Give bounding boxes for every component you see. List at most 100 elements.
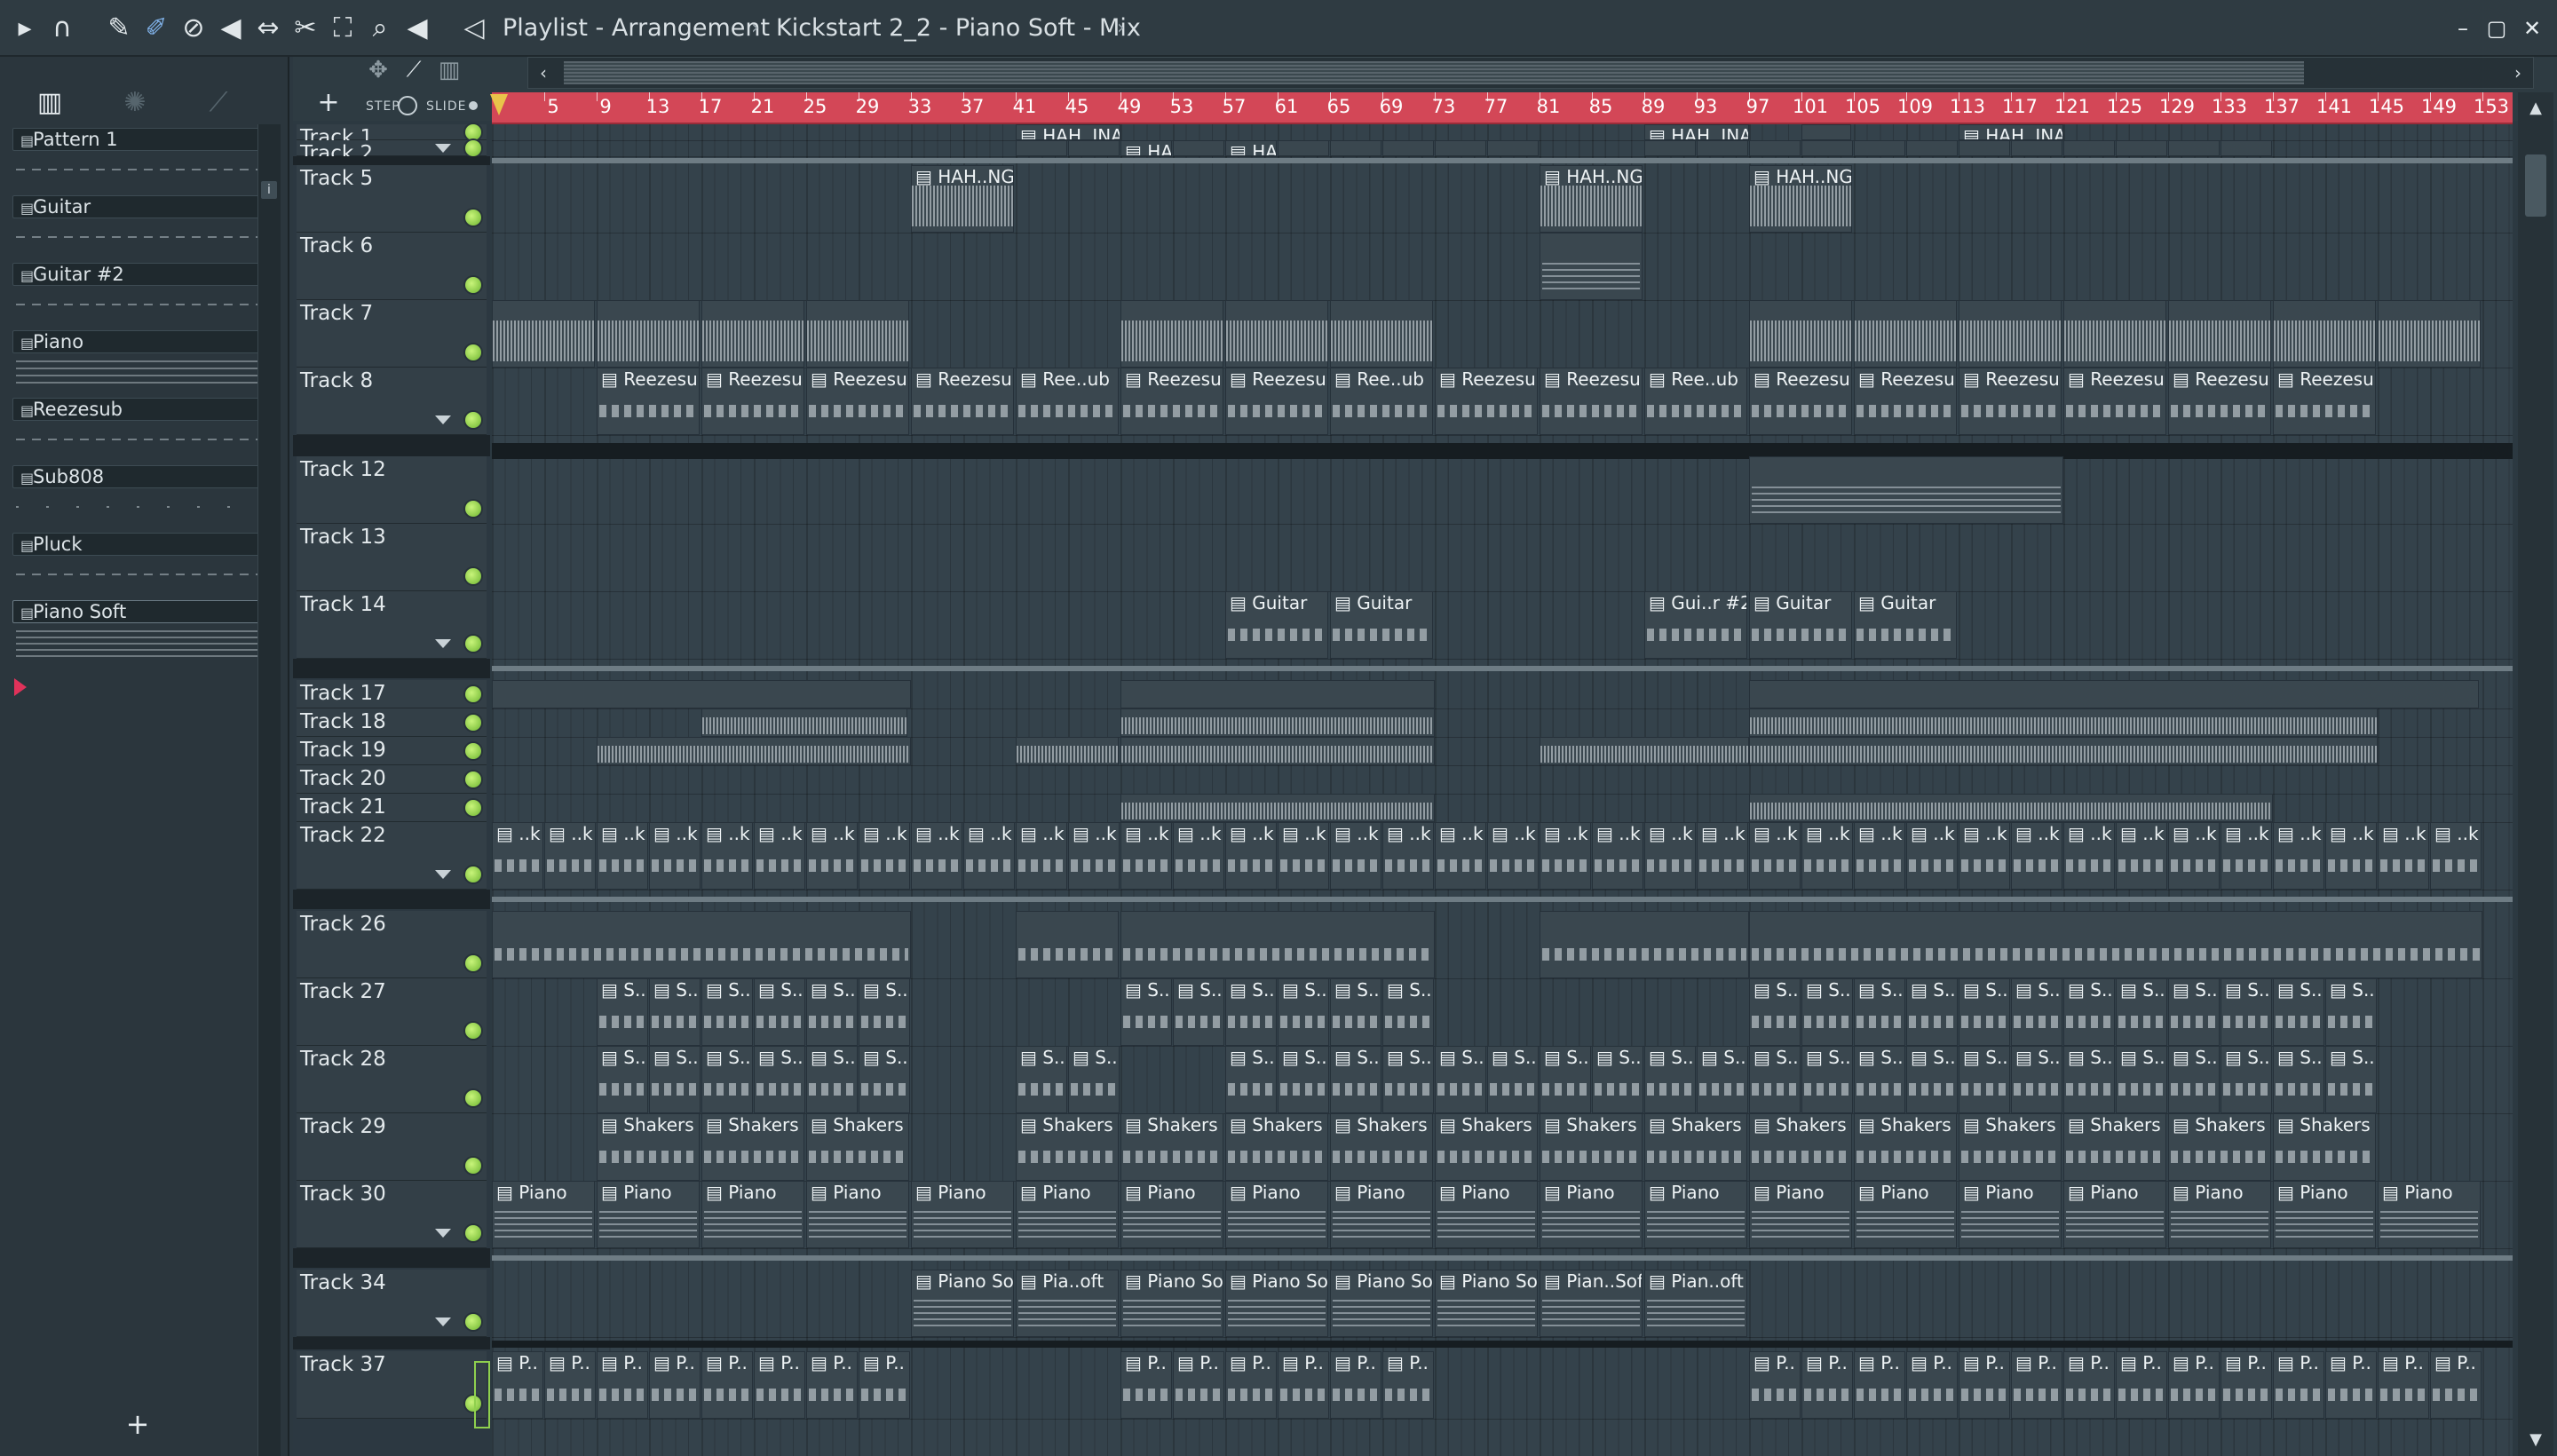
playlist-clip[interactable] [1749,911,2482,978]
playlist-clip[interactable]: ▤ Shakers [701,1113,804,1181]
playlist-clip[interactable] [1068,140,1120,156]
playlist-clip[interactable]: ▤ Reezesub [1225,368,1328,435]
playlist-clip[interactable]: ▤ HAH..INA [1959,124,2063,140]
playlist-clip[interactable]: ▤ P.. [2430,1351,2482,1419]
playlist-clip[interactable] [2063,140,2115,156]
playlist-clip[interactable]: ▤ S.. [1278,978,1329,1046]
playlist-clip[interactable]: ▤ Shakers [2273,1113,2376,1181]
playlist-clip[interactable]: ▤ ..k [1120,822,1172,890]
timeline-ruler[interactable]: 5 9 13 17 21 25 29 33 37 41 45 49 53 57 61 65 69 73 77 81 85… [492,92,2513,124]
playlist-clip[interactable]: ▤ Piano [1120,1181,1223,1248]
playlist-clip[interactable] [1120,708,1435,737]
track-header[interactable]: Track 8 [297,368,487,435]
playlist-clip[interactable]: ▤ S.. [754,1046,805,1113]
track-header[interactable]: Track 26 [297,911,487,978]
track-mute-led[interactable] [465,743,481,759]
playlist-clip[interactable]: ▤ Reezesub [701,368,804,435]
track-header[interactable]: Track 21 [297,794,487,822]
playlist-clip[interactable]: ▤ P.. [2378,1351,2429,1419]
brush-icon[interactable]: ✐ [140,12,172,44]
playlist-clip[interactable]: ▤ S.. [1068,1046,1120,1113]
playlist-clip[interactable]: ▤ P.. [1382,1351,1434,1419]
playlist-clip[interactable]: ▤ S.. [1801,978,1853,1046]
pattern-item-selected[interactable]: ▤Piano Soft [12,600,266,668]
playlist-clip[interactable] [806,300,909,368]
playlist-clip[interactable]: ▤ Shakers [1120,1113,1223,1181]
playlist-clip[interactable]: ▤ ..k [2378,822,2429,890]
playlist-clip[interactable] [1016,911,1119,978]
track-fold-arrow-icon[interactable] [435,1229,451,1238]
playlist-clip[interactable] [1540,737,1749,765]
playlist-clip[interactable]: ▤ Shakers [2168,1113,2271,1181]
playlist-clip[interactable]: ▤ Reezesub [1435,368,1538,435]
playlist-clip[interactable]: ▤ Piano Soft [1435,1270,1538,1337]
track-header[interactable]: Track 29 [297,1113,487,1181]
track-header[interactable]: Track 28 [297,1046,487,1113]
playback-icon[interactable]: ◀ [401,12,433,44]
playlist-clip[interactable]: ▤ Pian..Soft [1540,1270,1643,1337]
playlist-clip[interactable]: ▤ P.. [2325,1351,2377,1419]
track-mute-led[interactable] [465,210,481,226]
playlist-clip[interactable]: ▤ S.. [1435,1046,1486,1113]
playlist-clip[interactable]: ▤ Reezesub [2273,368,2376,435]
playlist-clip[interactable]: ▤ Piano [1225,1181,1328,1248]
minimize-button[interactable]: – [2447,12,2479,44]
playlist-clip[interactable]: ▤ S.. [649,1046,701,1113]
playlist-clip[interactable]: ▤ ..k [701,822,753,890]
playlist-clip[interactable]: ▤ S.. [859,1046,910,1113]
playlist-clip[interactable]: ▤ Guitar [1225,591,1328,659]
playlist-clip[interactable]: ▤ HAH..NGO [1540,165,1643,233]
playlist-clip[interactable]: ▤ P.. [2116,1351,2167,1419]
playlist-clip[interactable]: ▤ S.. [1959,978,2010,1046]
playlist-clip[interactable]: ▤ Reezesub [806,368,909,435]
playlist-clip[interactable]: ▤ Piano [492,1181,595,1248]
playlist-clip[interactable]: ▤ Reezesub [1120,368,1223,435]
playlist-clip[interactable]: ▤ P.. [701,1351,753,1419]
playlist-clip[interactable] [1225,300,1328,368]
playlist-clip[interactable]: ▤ Shakers [1435,1113,1538,1181]
vertical-scroll-thumb[interactable] [2525,154,2546,217]
overview-thumb[interactable] [564,61,2304,84]
playlist-clip[interactable] [1854,300,1957,368]
playlist-clip[interactable]: ▤ S.. [2063,978,2115,1046]
track-fold-arrow-icon[interactable] [435,144,451,153]
playlist-clip[interactable]: ▤ P.. [649,1351,701,1419]
playlist-clip[interactable]: ▤ Piano [1540,1181,1643,1248]
playlist-clip[interactable]: ▤ S.. [1330,978,1381,1046]
playlist-clip[interactable]: ▤ P.. [1120,1351,1172,1419]
track-header[interactable]: Track 13 [297,524,487,591]
playlist-clip[interactable]: ▤ ..k [2273,822,2324,890]
playlist-clip[interactable]: ▤ Piano [1330,1181,1433,1248]
playlist-clip[interactable]: ▤ HAH..INA [1644,124,1749,140]
playlist-clip[interactable]: ▤ S.. [2168,978,2220,1046]
playlist-clip[interactable]: ▤ ..k [597,822,648,890]
playlist-clip[interactable] [2273,300,2376,368]
playlist-clip[interactable]: ▤ S.. [2116,1046,2167,1113]
playlist-clip[interactable]: ▤ ..k [1540,822,1591,890]
track-header[interactable]: Track 30 [297,1181,487,1248]
playlist-clip[interactable]: ▤ Piano [1959,1181,2062,1248]
playlist-clip[interactable]: ▤ S.. [1749,1046,1801,1113]
track-header[interactable]: Track 20 [297,765,487,794]
playlist-clip[interactable] [1173,140,1224,156]
track-mute-led[interactable] [465,866,481,882]
breadcrumb-pattern[interactable]: Kickstart 2_2 - Piano Soft - Mix [776,12,1141,44]
select-icon[interactable]: ⛶ [327,12,359,44]
speaker-icon[interactable]: ◁ [458,12,490,44]
playlist-clip[interactable]: ▤ S.. [1592,1046,1643,1113]
playlist-clip[interactable] [1644,140,1696,156]
playlist-clip[interactable] [1120,300,1223,368]
playlist-clip[interactable]: ▤ P.. [1749,1351,1801,1419]
playlist-clip[interactable]: ▤ S.. [1016,1046,1067,1113]
track-fold-arrow-icon[interactable] [435,415,451,424]
playlist-clip[interactable]: ▤ S.. [1173,978,1224,1046]
playlist-clip[interactable]: ▤ S.. [2011,1046,2062,1113]
playlist-clip[interactable]: ▤ P.. [1959,1351,2010,1419]
track-mute-led[interactable] [465,955,481,971]
slip-icon[interactable]: ⇔ [252,12,284,44]
playlist-clip[interactable] [1382,140,1434,156]
playlist-clip[interactable]: ▤ HAH..NGO [1749,165,1852,233]
playlist-clip[interactable]: ▤ S.. [1854,978,1905,1046]
playlist-clip[interactable]: ▤ S.. [1540,1046,1591,1113]
playlist-clip[interactable] [597,737,911,765]
